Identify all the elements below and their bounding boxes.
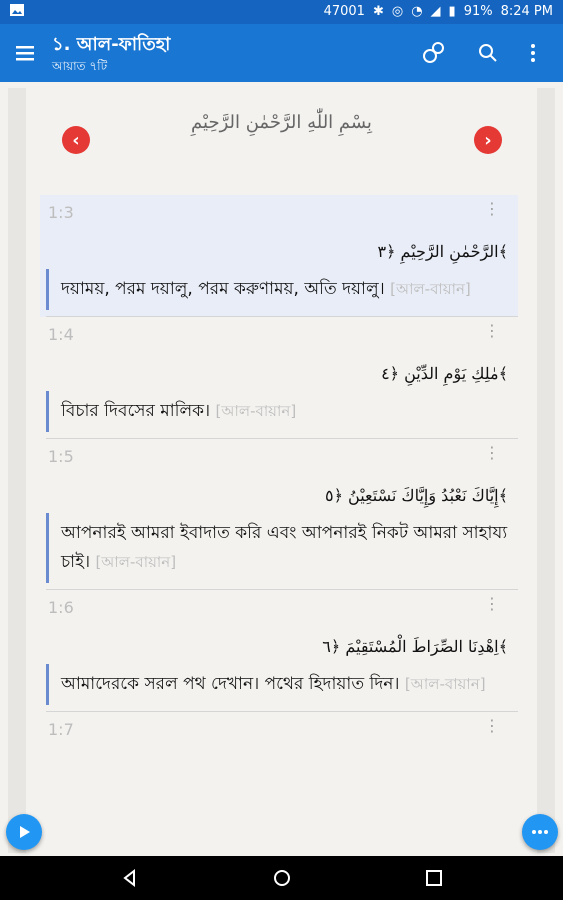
- translation-source[interactable]: [আল-বায়ান]: [95, 553, 176, 571]
- translation-text: আমাদেরকে সরল পথ দেখান। পথের হিদায়াত দিন…: [61, 674, 400, 694]
- translation-source[interactable]: [আল-বায়ান]: [405, 675, 486, 693]
- image-icon: [10, 4, 24, 20]
- no-disturb-icon: ◎: [391, 4, 404, 19]
- translation-source[interactable]: [আল-বায়ান]: [216, 402, 297, 420]
- verse-arabic: الرَّحْمٰنِ الرَّحِيْمِ ﴿٣﴾: [377, 242, 509, 261]
- battery-percent: 91%: [463, 4, 493, 19]
- status-right: 47001 ✱ ◎ ◔ ◢ ▮ 91% 8:24 PM: [324, 4, 553, 19]
- verse-number: 1:4: [48, 325, 74, 344]
- verse-number: 1:3: [48, 203, 74, 222]
- verse-translation: বিচার দিবসের মালিক। [আল-বায়ান]: [46, 391, 518, 432]
- next-surah-button[interactable]: ›: [474, 126, 502, 154]
- verse-arabic: مٰلِكِ يَوْمِ الدِّيْنِ ﴿٤﴾: [381, 364, 508, 383]
- verse-menu-icon[interactable]: ⋮: [484, 201, 500, 217]
- translation-source[interactable]: [আল-বায়ান]: [390, 280, 471, 298]
- bluetooth-icon: ✱: [372, 4, 384, 19]
- more-options-button[interactable]: [522, 814, 558, 850]
- previous-surah-button[interactable]: ‹: [62, 126, 90, 154]
- overflow-menu-icon[interactable]: [520, 40, 546, 66]
- translation-text: দয়াময়, পরম দয়ালু, পরম করুণাময়, অতি দ…: [61, 279, 385, 299]
- verse-item[interactable]: 1:6 ⋮ اِهْدِنَا الصِّرَاطَ الْمُسْتَقِيْمَ…: [40, 590, 518, 712]
- verse-translation: আমাদেরকে সরল পথ দেখান। পথের হিদায়াত দিন…: [46, 664, 518, 705]
- verse-arabic: إِيَّاكَ نَعْبُدُ وَإِيَّاكَ نَسْتَعِيْن…: [324, 486, 508, 505]
- verse-translation: দয়াময়, পরম দয়ালু, পরম করুণাময়, অতি দ…: [46, 269, 518, 310]
- back-icon[interactable]: [120, 868, 140, 888]
- recent-apps-icon[interactable]: [424, 868, 444, 888]
- page-subtitle: আয়াত ৭টি: [52, 59, 108, 73]
- verse-menu-icon[interactable]: ⋮: [484, 323, 500, 339]
- wifi-icon: ◔: [411, 4, 423, 19]
- verse-number: 1:6: [48, 598, 74, 617]
- signal-icon: ◢: [430, 4, 441, 19]
- status-time: 8:24 PM: [500, 4, 553, 19]
- translation-text: বিচার দিবসের মালিক।: [61, 401, 211, 421]
- play-button[interactable]: [6, 814, 42, 850]
- verse-number: 1:5: [48, 447, 74, 466]
- home-icon[interactable]: [272, 868, 292, 888]
- page-title: ১. আল-ফাতিহা: [52, 34, 171, 55]
- status-count: 47001: [323, 4, 365, 19]
- verse-item[interactable]: 1:4 ⋮ مٰلِكِ يَوْمِ الدِّيْنِ ﴿٤﴾ বিচার দিব…: [40, 317, 518, 439]
- verse-translation: আপনারই আমরা ইবাদাত করি এবং আপনারই নিকট আ…: [46, 513, 518, 583]
- verse-menu-icon[interactable]: ⋮: [484, 718, 500, 734]
- battery-icon: ▮: [448, 4, 456, 19]
- search-icon[interactable]: [475, 40, 501, 66]
- verse-menu-icon[interactable]: ⋮: [484, 596, 500, 612]
- verse-list: 1:3 ⋮ الرَّحْمٰنِ الرَّحِيْمِ ﴿٣﴾ দয়াময়, …: [40, 195, 518, 739]
- settings-icon[interactable]: [420, 40, 446, 66]
- verse-number: 1:7: [48, 720, 74, 739]
- verse-menu-icon[interactable]: ⋮: [484, 445, 500, 461]
- verse-arabic: اِهْدِنَا الصِّرَاطَ الْمُسْتَقِيْمَ ﴿٦﴾: [322, 637, 508, 656]
- verse-item[interactable]: 1:7 ⋮: [40, 712, 518, 740]
- verse-item[interactable]: 1:3 ⋮ الرَّحْمٰنِ الرَّحِيْمِ ﴿٣﴾ দয়াময়, …: [40, 195, 518, 317]
- system-navigation-bar: [0, 856, 563, 900]
- menu-icon[interactable]: [14, 42, 36, 64]
- status-bar: 47001 ✱ ◎ ◔ ◢ ▮ 91% 8:24 PM: [0, 0, 563, 24]
- app-toolbar: ১. আল-ফাতিহা আয়াত ৭টি: [0, 24, 563, 82]
- verse-item[interactable]: 1:5 ⋮ إِيَّاكَ نَعْبُدُ وَإِيَّاكَ نَسْتَع…: [40, 439, 518, 590]
